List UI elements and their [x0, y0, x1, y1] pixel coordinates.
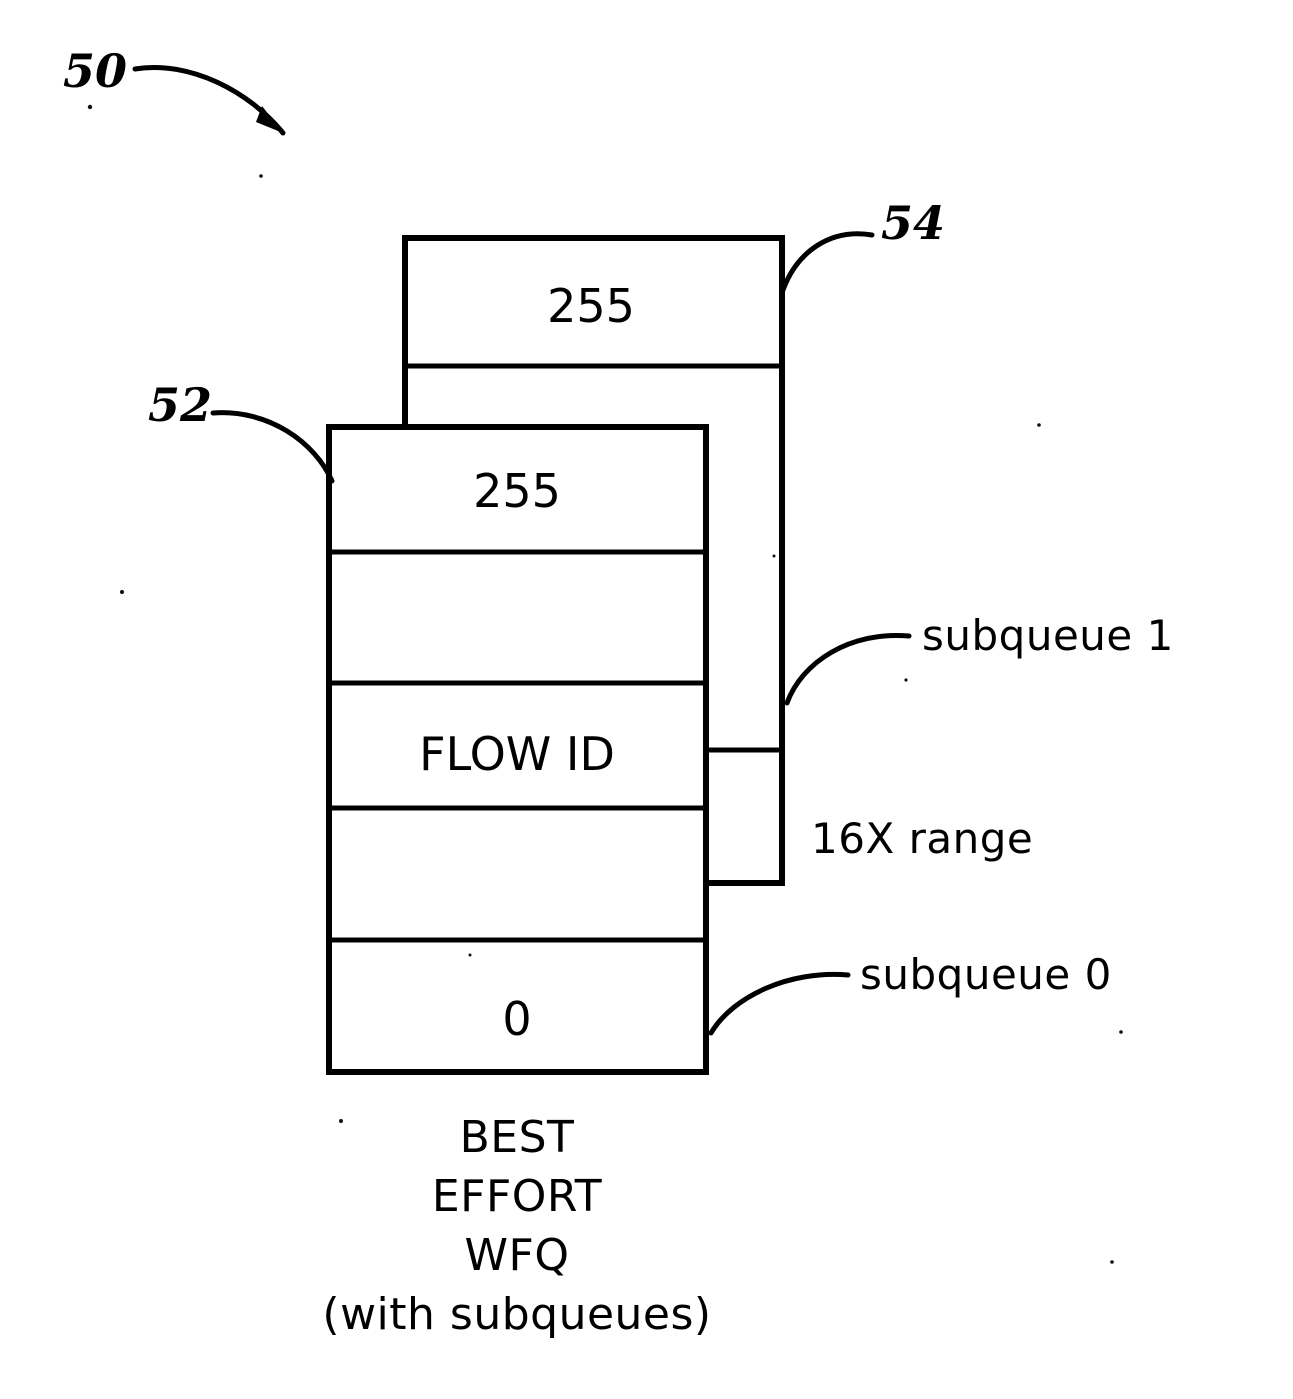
annotation-subqueue-1: subqueue 1	[784, 611, 1174, 706]
reference-numeral-52: 52	[148, 378, 212, 432]
caption-line-4: (with subqueues)	[322, 1289, 711, 1340]
front-queue-cell-2-value: FLOW ID	[419, 727, 615, 781]
front-queue-box: 255 FLOW ID 0	[326, 424, 709, 1075]
reference-numeral-54-group: 54	[780, 196, 945, 293]
reference-numeral-52-group: 52	[148, 378, 335, 484]
reference-52-leader	[210, 410, 335, 484]
subqueue-0-leader	[708, 971, 851, 1036]
subqueue-1-label: subqueue 1	[922, 611, 1174, 660]
figure-caption: BEST EFFORT WFQ (with subqueues)	[322, 1112, 711, 1340]
front-queue-cell-0-value: 255	[473, 464, 561, 518]
back-queue-cell-0-value: 255	[547, 279, 635, 333]
caption-line-2: EFFORT	[432, 1171, 602, 1222]
reference-numeral-54: 54	[881, 196, 945, 250]
subqueue-1-leader	[784, 632, 912, 706]
reference-54-leader	[780, 231, 875, 293]
annotation-16x-range: 16X range	[811, 814, 1033, 863]
range-label: 16X range	[811, 814, 1033, 863]
reference-numeral-50-group: 50	[63, 44, 286, 136]
caption-line-1: BEST	[460, 1112, 575, 1163]
patent-figure: 255 255 FLOW ID 0 50 52 54 subqueue 1 16…	[0, 0, 1293, 1399]
front-queue-cell-4-value: 0	[502, 992, 531, 1046]
caption-line-3: WFQ	[465, 1230, 570, 1281]
figure-canvas: 255 255 FLOW ID 0 50 52 54 subqueue 1 16…	[63, 44, 1174, 1340]
reference-numeral-50: 50	[63, 44, 127, 98]
subqueue-0-label: subqueue 0	[860, 950, 1112, 999]
annotation-subqueue-0: subqueue 0	[708, 950, 1112, 1036]
